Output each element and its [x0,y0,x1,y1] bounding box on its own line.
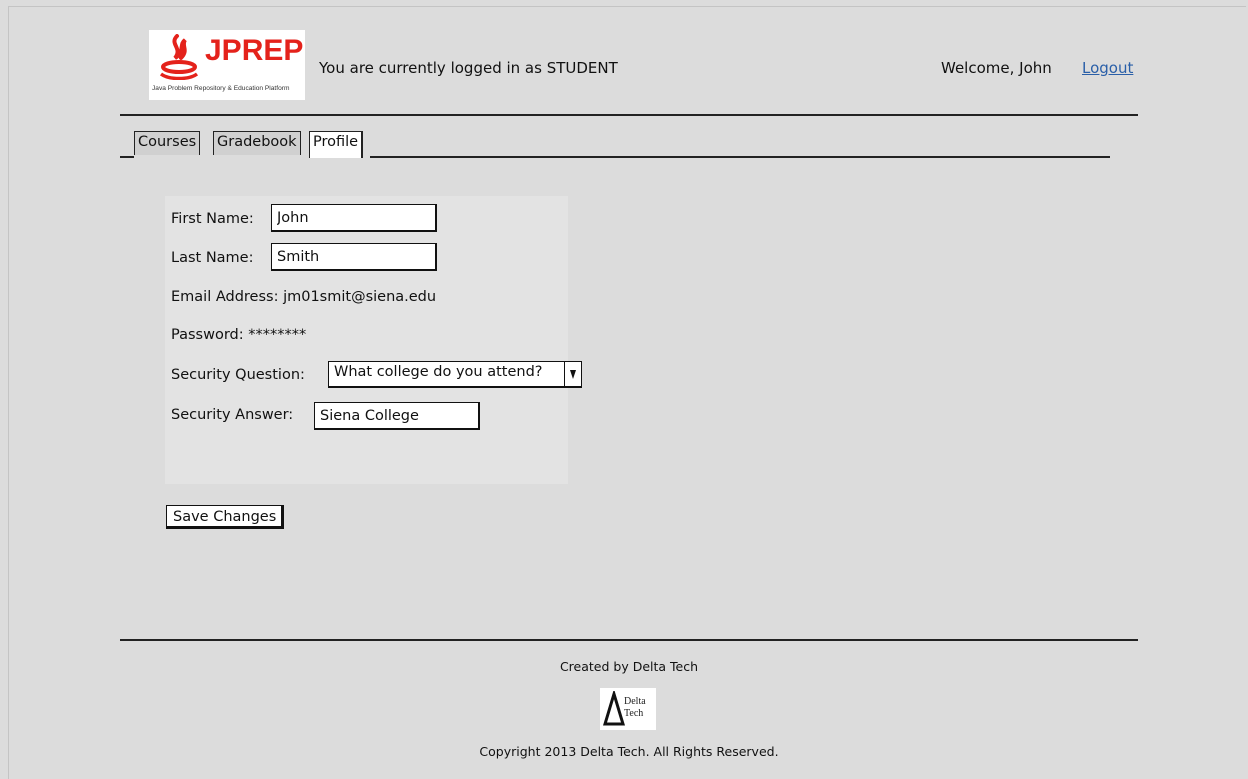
logo-name: JPREP [205,34,304,67]
password-value: ******** [248,327,307,343]
last-name-label: Last Name: [171,250,254,266]
header-divider [120,114,1138,116]
delta-tech-logo: Delta Tech [600,688,656,730]
tab-courses[interactable]: Courses [134,131,201,155]
copyright: Copyright 2013 Delta Tech. All Rights Re… [479,744,779,759]
email-row: Email Address: jm01smit@siena.edu [171,289,436,305]
tab-bar: Courses Gradebook Profile [120,131,1110,159]
logout-link[interactable]: Logout [1082,59,1133,77]
first-name-label: First Name: [171,211,254,227]
jprep-logo: JPREP Java Problem Repository & Educatio… [149,30,305,100]
save-changes-button[interactable]: Save Changes [166,505,285,529]
dropdown-arrow-icon[interactable] [564,362,581,386]
first-name-field[interactable] [271,204,437,232]
password-label: Password: [171,327,244,343]
security-answer-label: Security Answer: [171,407,294,423]
welcome-message: Welcome, John [941,59,1052,77]
logo-text-line1: Delta [624,696,646,707]
tab-baseline [120,156,134,158]
created-by: Created by Delta Tech [559,659,699,674]
tab-profile[interactable]: Profile [309,131,364,158]
tab-baseline [370,156,1110,158]
email-label: Email Address: [171,289,279,305]
footer-divider [120,639,1138,641]
password-row: Password: ******** [171,327,306,343]
logo-tagline: Java Problem Repository & Education Plat… [152,85,290,92]
security-answer-field[interactable] [314,402,480,430]
security-question-label: Security Question: [171,367,305,383]
security-question-value: What college do you attend? [334,364,543,380]
tab-gradebook[interactable]: Gradebook [213,131,301,155]
java-cup-flame-icon [159,34,199,80]
delta-triangle-icon [603,691,625,726]
delta-tech-logo-text: Delta Tech [624,696,646,720]
last-name-field[interactable] [271,243,437,271]
security-question-select[interactable]: What college do you attend? [328,361,582,388]
email-value: jm01smit@siena.edu [283,289,437,305]
login-status: You are currently logged in as STUDENT [319,59,618,77]
logo-text-line2: Tech [624,708,644,719]
